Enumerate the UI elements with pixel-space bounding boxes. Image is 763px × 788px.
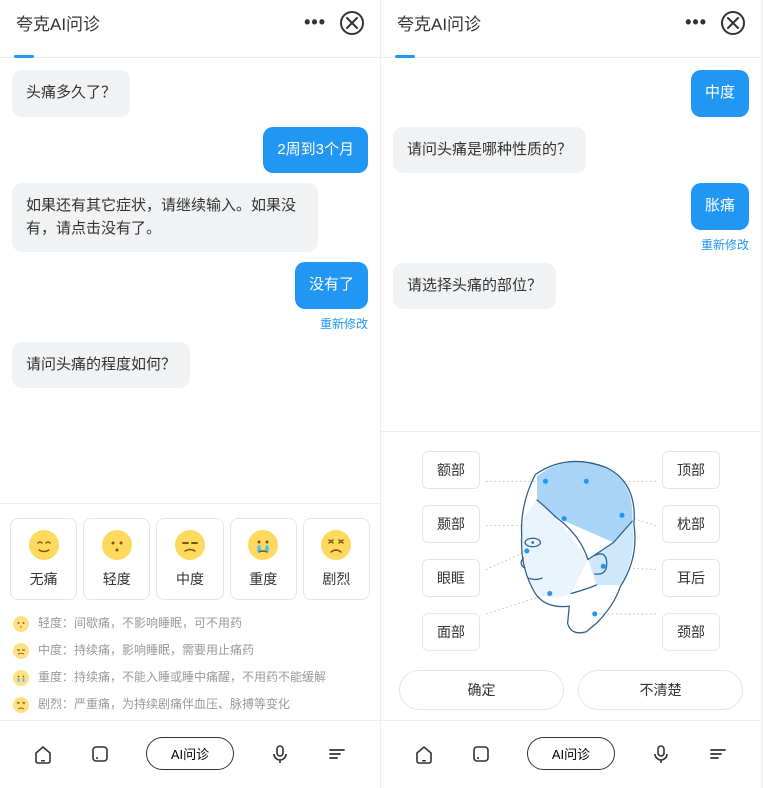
- more-icon[interactable]: •••: [304, 12, 326, 33]
- region-neck[interactable]: 颈部: [662, 613, 720, 651]
- region-forehead[interactable]: 额部: [422, 451, 480, 489]
- pain-label: 无痛: [30, 569, 58, 589]
- chat-area: 中度 请问头痛是哪种性质的？ 胀痛 重新修改 请选择头痛的部位？: [381, 58, 761, 431]
- head-diagram[interactable]: [486, 446, 656, 656]
- bot-message: 如果还有其它症状，请继续输入。如果没有，请点击没有了。: [12, 183, 318, 252]
- close-icon: [346, 17, 358, 29]
- pain-option-severe[interactable]: 重度: [230, 518, 297, 600]
- tab-bar: [381, 43, 761, 58]
- bot-message: 头痛多久了？: [12, 70, 130, 117]
- close-button[interactable]: [340, 11, 364, 35]
- edit-link[interactable]: 重新修改: [320, 315, 368, 332]
- tab-bar: [0, 43, 380, 58]
- legend-face-icon: [12, 696, 30, 714]
- user-message: 胀痛: [691, 183, 749, 230]
- screen-left: 夸克AI问诊 ••• 头痛多久了？ 2周到3个月 如果还有其它症状，请继续输入。…: [0, 0, 381, 788]
- legend-row: 轻度：间歇痛，不影响睡眠，可不用药: [12, 614, 368, 633]
- region-occiput[interactable]: 枕部: [662, 505, 720, 543]
- legend-row: 重度：持续痛，不能入睡或睡中痛醒，不用药不能缓解: [12, 668, 368, 687]
- home-icon[interactable]: [412, 742, 436, 766]
- legend-label: 重度: [38, 670, 62, 684]
- window-icon[interactable]: [469, 742, 493, 766]
- user-message: 没有了: [295, 262, 368, 309]
- screen-right: 夸克AI问诊 ••• 中度 请问头痛是哪种性质的？ 胀痛 重新修改 请选择头痛的…: [381, 0, 762, 788]
- ai-consult-button[interactable]: AI问诊: [146, 737, 234, 770]
- user-message: 2周到3个月: [263, 127, 368, 174]
- face-mild-icon: [101, 529, 133, 561]
- legend-desc: 严重痛，为持续剧痛伴血压、脉搏等变化: [74, 697, 290, 711]
- home-icon[interactable]: [31, 742, 55, 766]
- bottom-bar: AI问诊: [381, 720, 761, 788]
- face-extreme-icon: [320, 529, 352, 561]
- tab-active[interactable]: [8, 43, 40, 57]
- page-title: 夸克AI问诊: [397, 10, 481, 35]
- legend-desc: 间歇痛，不影响睡眠，可不用药: [74, 616, 242, 630]
- window-icon[interactable]: [88, 742, 112, 766]
- pain-option-mild[interactable]: 轻度: [83, 518, 150, 600]
- header-actions: •••: [685, 11, 745, 35]
- region-orbit[interactable]: 眼眶: [422, 559, 480, 597]
- pain-options: 无痛 轻度 中度 重度: [10, 518, 370, 600]
- face-severe-icon: [247, 529, 279, 561]
- bot-message: 请问头痛的程度如何？: [12, 342, 190, 389]
- page-title: 夸克AI问诊: [16, 10, 100, 35]
- pain-option-moderate[interactable]: 中度: [156, 518, 223, 600]
- mic-icon[interactable]: [268, 742, 292, 766]
- pain-level-picker: 无痛 轻度 中度 重度: [0, 503, 380, 720]
- chat-area: 头痛多久了？ 2周到3个月 如果还有其它症状，请继续输入。如果没有，请点击没有了…: [0, 58, 380, 503]
- pain-label: 剧烈: [322, 569, 350, 589]
- pain-label: 轻度: [103, 569, 131, 589]
- legend-face-icon: [12, 669, 30, 687]
- header-actions: •••: [304, 11, 364, 35]
- header: 夸克AI问诊 •••: [381, 0, 761, 43]
- pain-option-extreme[interactable]: 剧烈: [303, 518, 370, 600]
- legend-row: 剧烈：严重痛，为持续剧痛伴血压、脉搏等变化: [12, 695, 368, 714]
- pain-label: 重度: [249, 569, 277, 589]
- pain-legend: 轻度：间歇痛，不影响睡眠，可不用药 中度：持续痛，影响睡眠，需要用止痛药 重度：…: [10, 614, 370, 714]
- close-icon: [727, 17, 739, 29]
- face-none-icon: [28, 529, 60, 561]
- head-region-picker: 额部 颞部 眼眶 面部: [381, 431, 761, 720]
- pain-label: 中度: [176, 569, 204, 589]
- tab-active[interactable]: [389, 43, 421, 57]
- face-moderate-icon: [174, 529, 206, 561]
- close-button[interactable]: [721, 11, 745, 35]
- legend-label: 中度: [38, 643, 62, 657]
- more-icon[interactable]: •••: [685, 12, 707, 33]
- pain-option-none[interactable]: 无痛: [10, 518, 77, 600]
- action-row: 确定 不清楚: [391, 670, 751, 710]
- bot-message: 请选择头痛的部位？: [393, 263, 556, 310]
- legend-label: 轻度: [38, 616, 62, 630]
- legend-label: 剧烈: [38, 697, 62, 711]
- legend-desc: 持续痛，不能入睡或睡中痛醒，不用药不能缓解: [74, 670, 326, 684]
- legend-desc: 持续痛，影响睡眠，需要用止痛药: [74, 643, 254, 657]
- menu-icon[interactable]: [706, 742, 730, 766]
- bot-message: 请问头痛是哪种性质的？: [393, 127, 586, 174]
- right-regions: 顶部 枕部 耳后 颈部: [662, 451, 720, 651]
- region-temple[interactable]: 颞部: [422, 505, 480, 543]
- legend-face-icon: [12, 642, 30, 660]
- header: 夸克AI问诊 •••: [0, 0, 380, 43]
- confirm-button[interactable]: 确定: [399, 670, 564, 710]
- region-top[interactable]: 顶部: [662, 451, 720, 489]
- region-behind-ear[interactable]: 耳后: [662, 559, 720, 597]
- mic-icon[interactable]: [649, 742, 673, 766]
- left-regions: 额部 颞部 眼眶 面部: [422, 451, 480, 651]
- legend-row: 中度：持续痛，影响睡眠，需要用止痛药: [12, 641, 368, 660]
- legend-face-icon: [12, 615, 30, 633]
- region-face[interactable]: 面部: [422, 613, 480, 651]
- unclear-button[interactable]: 不清楚: [578, 670, 743, 710]
- menu-icon[interactable]: [325, 742, 349, 766]
- user-message: 中度: [691, 70, 749, 117]
- head-grid: 额部 颞部 眼眶 面部: [391, 446, 751, 656]
- edit-link[interactable]: 重新修改: [701, 236, 749, 253]
- ai-consult-button[interactable]: AI问诊: [527, 737, 615, 770]
- bottom-bar: AI问诊: [0, 720, 380, 788]
